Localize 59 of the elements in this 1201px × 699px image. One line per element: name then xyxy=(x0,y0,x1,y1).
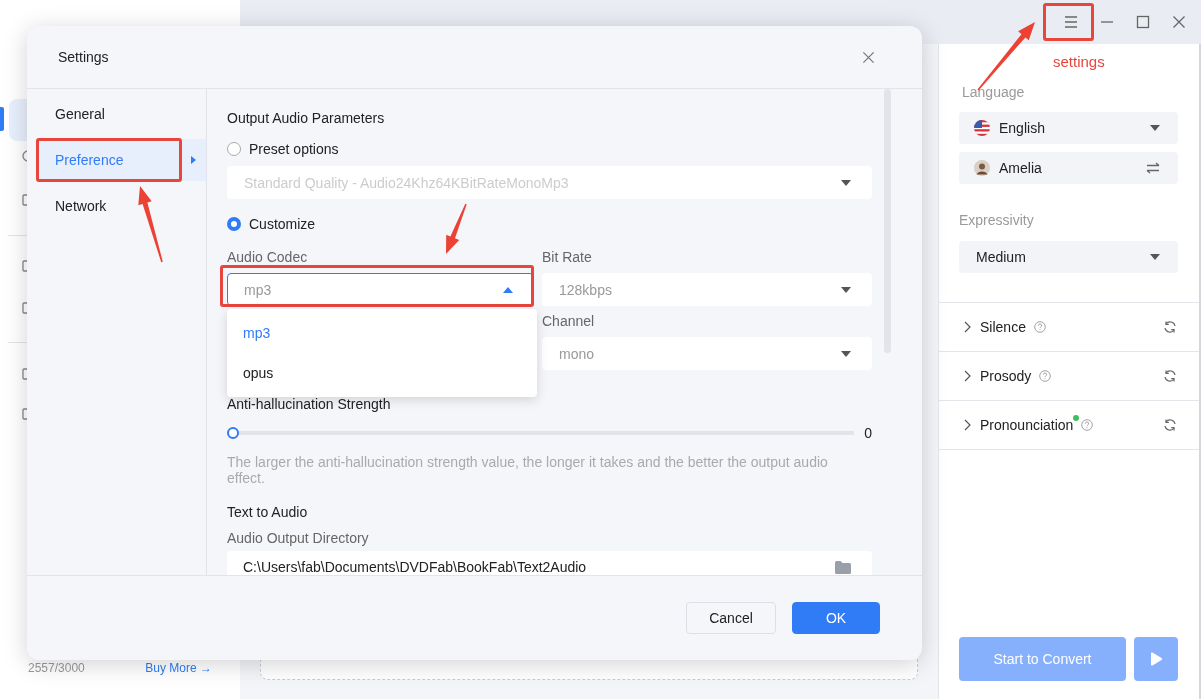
caret-icon xyxy=(841,286,851,293)
nav-item[interactable]: Network xyxy=(37,185,206,227)
flag-icon xyxy=(974,120,990,136)
directory-field[interactable]: C:\Users\fab\Documents\DVDFab\BookFab\Text2Audio xyxy=(227,551,872,575)
section-title: Text to Audio xyxy=(227,504,309,520)
language-label: Language xyxy=(962,84,1026,100)
active-indicator xyxy=(0,107,4,131)
nav-item[interactable]: General xyxy=(37,93,206,135)
chevron-icon[interactable] xyxy=(963,419,971,431)
folder-icon[interactable] xyxy=(835,560,851,574)
dropdown-option[interactable]: opus xyxy=(227,353,537,393)
close-icon[interactable] xyxy=(1172,15,1186,29)
usage-count: 2557/3000 xyxy=(28,661,85,675)
dialog-title: Settings xyxy=(58,49,109,65)
field-label: Channel xyxy=(542,313,596,329)
field-label: Bit Rate xyxy=(542,249,593,265)
section-title[interactable]: Prosody xyxy=(980,368,1032,384)
customize-radio[interactable]: Customize xyxy=(227,216,316,232)
caret-icon xyxy=(503,286,513,293)
swap-icon[interactable] xyxy=(1146,162,1160,174)
reset-icon[interactable] xyxy=(1163,369,1177,383)
reset-icon[interactable] xyxy=(1163,320,1177,334)
play-button[interactable] xyxy=(1134,637,1178,681)
slider-label: Anti-hallucination Strength xyxy=(227,396,392,412)
caret-icon xyxy=(1150,254,1160,260)
chevron-icon[interactable] xyxy=(963,321,971,333)
expressivity-select[interactable]: Medium xyxy=(959,241,1178,273)
highlight-frame xyxy=(1043,3,1094,41)
language-select[interactable]: English xyxy=(959,112,1178,144)
help-icon[interactable] xyxy=(1039,370,1052,382)
buy-more-link[interactable]: Buy More → xyxy=(145,661,212,675)
maximize-icon[interactable] xyxy=(1136,15,1150,29)
annotation-label: settings xyxy=(1053,53,1105,70)
expressivity-label: Expressivity xyxy=(959,212,1035,228)
reset-icon[interactable] xyxy=(1163,418,1177,432)
hint-text: The larger the anti-hallucination strength value, the longer it takes and the better the output audio effect. xyxy=(227,454,829,486)
slider-thumb[interactable] xyxy=(227,427,239,439)
voice-select[interactable]: Amelia xyxy=(959,152,1178,184)
ok-button[interactable]: OK xyxy=(792,602,880,634)
avatar-icon xyxy=(974,160,990,176)
help-icon[interactable] xyxy=(1033,321,1046,333)
caret-icon xyxy=(191,156,196,164)
caret-icon xyxy=(841,179,851,186)
cancel-button[interactable]: Cancel xyxy=(686,602,776,634)
chevron-icon[interactable] xyxy=(963,370,971,382)
help-icon[interactable] xyxy=(1081,419,1094,431)
slider-value: 0 xyxy=(864,425,872,441)
close-icon[interactable] xyxy=(862,50,875,64)
dropdown-option[interactable]: mp3 xyxy=(227,313,537,353)
menu-icon[interactable] xyxy=(1064,15,1078,29)
caret-icon xyxy=(1150,125,1160,131)
play-icon xyxy=(1150,652,1162,666)
caret-icon xyxy=(841,350,851,357)
field-label: Audio Output Directory xyxy=(227,530,370,546)
field-label: Audio Codec xyxy=(227,249,309,265)
section-title[interactable]: Silence xyxy=(980,319,1026,335)
annotation-arrow xyxy=(446,203,467,254)
section-title[interactable]: Pronounciation xyxy=(980,417,1074,433)
section-title: Output Audio Parameters xyxy=(227,110,386,126)
